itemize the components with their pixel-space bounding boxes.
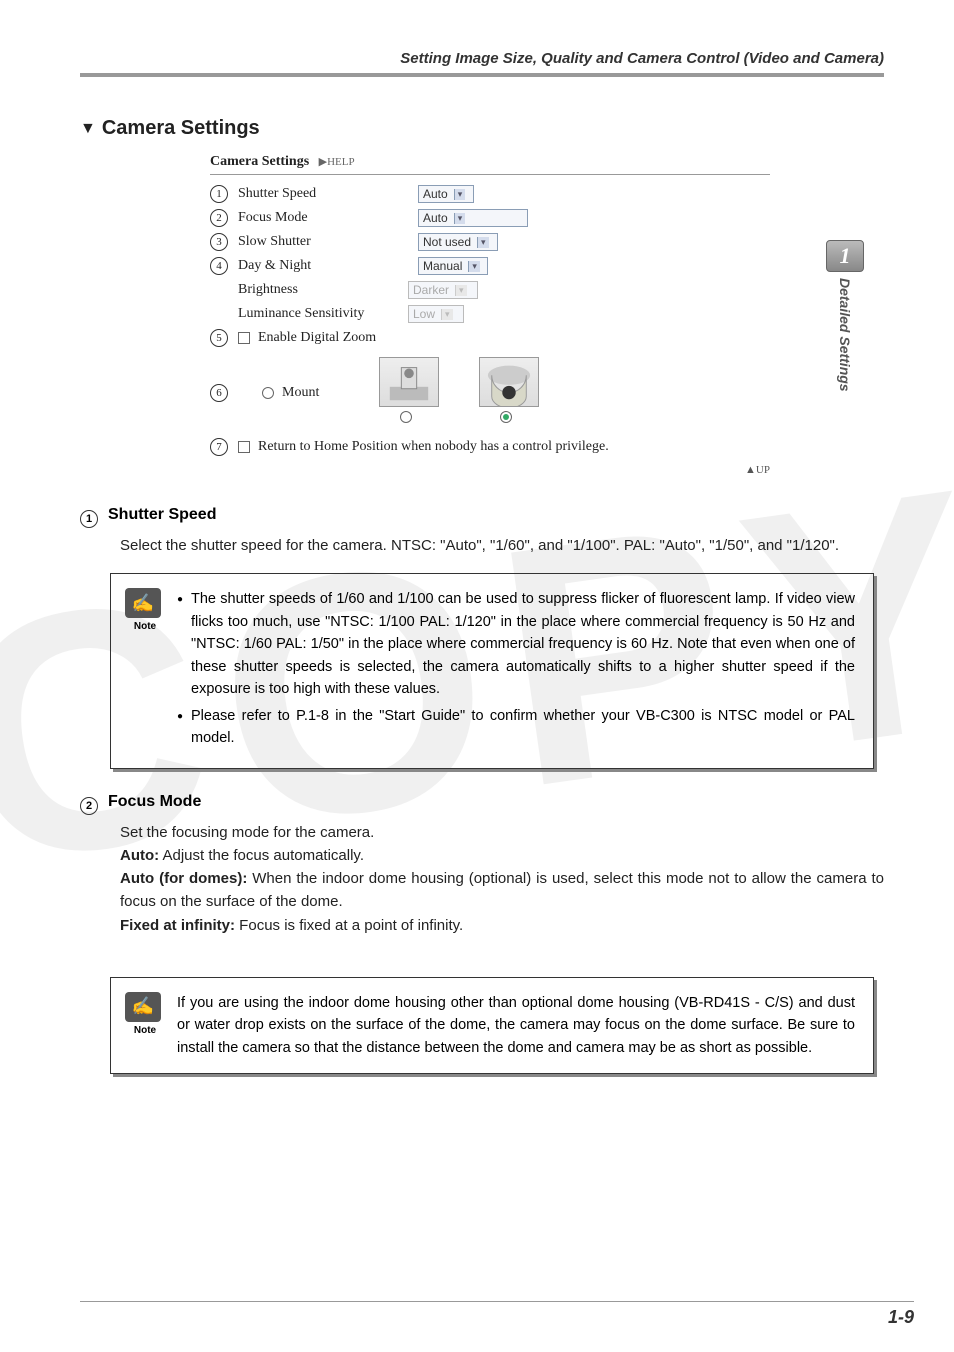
note-label: Note [125,621,165,632]
marker-6: 6 [210,384,228,402]
focus-inf-label: Fixed at infinity: [120,917,235,934]
label-mount: Mount [282,385,319,401]
focus-inf-text: Focus is fixed at a point of infinity. [235,917,463,934]
page-number: 1-9 [888,1307,914,1328]
label-brightness: Brightness [238,282,408,298]
up-link[interactable]: ▲UP [210,464,770,476]
label-luminance: Luminance Sensitivity [238,306,408,322]
note-box-1: ✍ Note The shutter speeds of 1/60 and 1/… [110,573,874,768]
camera-settings-panel: Camera Settings ▶HELP 1 Shutter Speed Au… [210,154,770,476]
focus-intro: Set the focusing mode for the camera. [120,821,884,844]
select-shutter-speed[interactable]: Auto▾ [418,185,474,203]
note1-bullet2: Please refer to P.1-8 in the "Start Guid… [177,705,855,750]
label-shutter-speed: Shutter Speed [238,186,418,202]
chevron-down-icon: ▾ [454,213,466,224]
chevron-down-icon: ▾ [454,189,466,200]
chapter-number: 1 [826,240,864,272]
item-focus: 2Focus Mode Set the focusing mode for th… [80,793,884,937]
chevron-down-icon: ▾ [441,309,453,320]
chevron-down-icon: ▾ [477,237,489,248]
label-digital-zoom: Enable Digital Zoom [258,330,376,346]
item-shutter: 1Shutter Speed Select the shutter speed … [80,506,884,557]
focus-auto-text: Adjust the focus automatically. [159,847,364,864]
note-icon: ✍ [125,992,161,1022]
chapter-label: Detailed Settings [837,278,853,392]
note-icon: ✍ [125,588,161,618]
radio-mount-dome[interactable] [500,411,512,423]
label-slow-shutter: Slow Shutter [238,234,418,250]
section-title: ▼Camera Settings [80,117,884,140]
triangle-icon: ▼ [80,120,96,138]
marker-2: 2 [210,209,228,227]
select-slow-shutter[interactable]: Not used▾ [418,233,498,251]
label-focus-mode: Focus Mode [238,210,418,226]
select-luminance: Low▾ [408,305,464,323]
note1-bullet1: The shutter speeds of 1/60 and 1/100 can… [177,588,855,700]
help-link[interactable]: ▶HELP [319,156,355,168]
checkbox-return-home[interactable] [238,441,250,453]
note-box-2: ✍ Note If you are using the indoor dome … [110,977,874,1074]
chevron-down-icon: ▾ [455,285,467,296]
label-day-night: Day & Night [238,258,418,274]
marker-1b: 1 [80,510,98,528]
shutter-text: Select the shutter speed for the camera.… [120,534,884,557]
select-brightness: Darker▾ [408,281,478,299]
marker-5: 5 [210,329,228,347]
note2-text: If you are using the indoor dome housing… [177,992,855,1059]
marker-2b: 2 [80,797,98,815]
select-focus-mode[interactable]: Auto▾ [418,209,528,227]
focus-auto-label: Auto: [120,847,159,864]
marker-4: 4 [210,257,228,275]
select-day-night[interactable]: Manual▾ [418,257,488,275]
panel-title: Camera Settings [210,154,309,169]
focus-domes-label: Auto (for domes): [120,870,247,887]
mount-thumb-dome [479,357,539,407]
label-return-home: Return to Home Position when nobody has … [258,439,609,455]
side-tab: 1 Detailed Settings [826,240,864,392]
radio-mount-1[interactable] [262,387,274,399]
chevron-down-icon: ▾ [468,261,480,272]
mount-thumb-box [379,357,439,407]
marker-3: 3 [210,233,228,251]
radio-mount-box[interactable] [400,411,412,423]
running-header: Setting Image Size, Quality and Camera C… [80,50,884,77]
checkbox-digital-zoom[interactable] [238,332,250,344]
marker-1: 1 [210,185,228,203]
footer-rule [80,1301,914,1302]
note-label: Note [125,1025,165,1036]
marker-7: 7 [210,438,228,456]
